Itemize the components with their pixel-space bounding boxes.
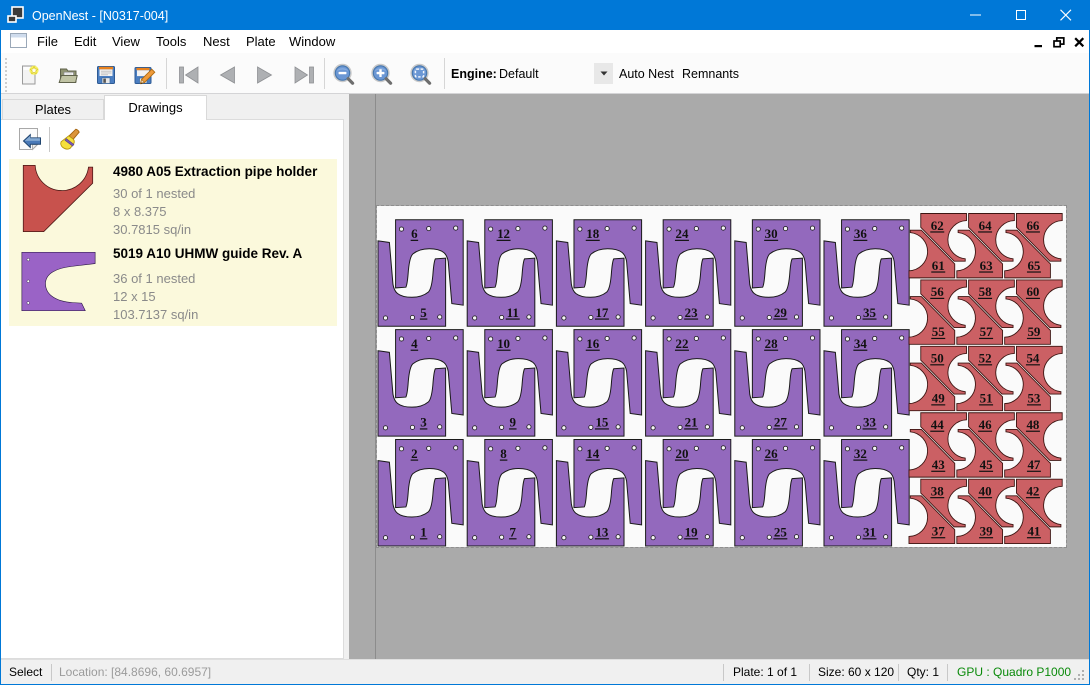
svg-text:62: 62: [931, 218, 944, 233]
svg-text:38: 38: [931, 483, 944, 498]
svg-text:5: 5: [420, 305, 427, 320]
svg-text:64: 64: [979, 218, 992, 233]
svg-text:44: 44: [931, 417, 944, 432]
svg-text:39: 39: [980, 524, 993, 539]
svg-text:29: 29: [774, 305, 787, 320]
svg-text:15: 15: [595, 415, 608, 430]
svg-text:1: 1: [420, 525, 426, 540]
svg-text:48: 48: [1026, 417, 1039, 432]
svg-text:31: 31: [863, 525, 876, 540]
svg-text:25: 25: [774, 525, 787, 540]
svg-text:21: 21: [685, 415, 698, 430]
svg-text:42: 42: [1026, 483, 1039, 498]
svg-text:33: 33: [863, 415, 876, 430]
svg-text:3: 3: [420, 415, 427, 430]
svg-text:34: 34: [854, 336, 867, 351]
svg-text:20: 20: [675, 446, 688, 461]
svg-text:60: 60: [1026, 284, 1039, 299]
svg-text:63: 63: [980, 258, 993, 273]
svg-text:30: 30: [765, 226, 778, 241]
svg-text:17: 17: [595, 305, 608, 320]
svg-text:19: 19: [685, 525, 698, 540]
svg-text:7: 7: [510, 525, 517, 540]
svg-text:37: 37: [932, 524, 945, 539]
svg-text:32: 32: [854, 446, 867, 461]
svg-text:61: 61: [932, 258, 945, 273]
svg-text:46: 46: [979, 417, 992, 432]
svg-text:22: 22: [675, 336, 688, 351]
svg-text:41: 41: [1027, 524, 1040, 539]
svg-text:4: 4: [411, 336, 418, 351]
svg-text:14: 14: [586, 446, 599, 461]
svg-text:57: 57: [980, 324, 993, 339]
svg-text:23: 23: [685, 305, 698, 320]
svg-text:47: 47: [1027, 457, 1040, 472]
svg-text:28: 28: [765, 336, 778, 351]
svg-text:27: 27: [774, 415, 787, 430]
svg-text:13: 13: [595, 525, 608, 540]
svg-text:65: 65: [1027, 258, 1040, 273]
svg-text:18: 18: [586, 226, 599, 241]
svg-text:10: 10: [497, 336, 510, 351]
svg-text:58: 58: [979, 284, 992, 299]
svg-text:66: 66: [1026, 218, 1039, 233]
svg-text:2: 2: [411, 446, 417, 461]
svg-text:16: 16: [586, 336, 599, 351]
svg-text:24: 24: [675, 226, 688, 241]
svg-text:56: 56: [931, 284, 944, 299]
svg-text:52: 52: [979, 351, 992, 366]
svg-text:40: 40: [979, 483, 992, 498]
svg-text:55: 55: [932, 324, 945, 339]
svg-text:26: 26: [765, 446, 778, 461]
svg-text:49: 49: [932, 391, 945, 406]
svg-text:8: 8: [500, 446, 507, 461]
svg-text:53: 53: [1027, 391, 1040, 406]
svg-text:6: 6: [411, 226, 418, 241]
svg-text:54: 54: [1026, 351, 1039, 366]
svg-text:51: 51: [980, 391, 993, 406]
svg-text:9: 9: [510, 415, 517, 430]
svg-text:59: 59: [1027, 324, 1040, 339]
svg-text:50: 50: [931, 351, 944, 366]
svg-text:12: 12: [497, 226, 510, 241]
svg-text:35: 35: [863, 305, 876, 320]
svg-text:43: 43: [932, 457, 945, 472]
svg-text:36: 36: [854, 226, 867, 241]
svg-text:11: 11: [507, 305, 519, 320]
svg-text:45: 45: [980, 457, 993, 472]
